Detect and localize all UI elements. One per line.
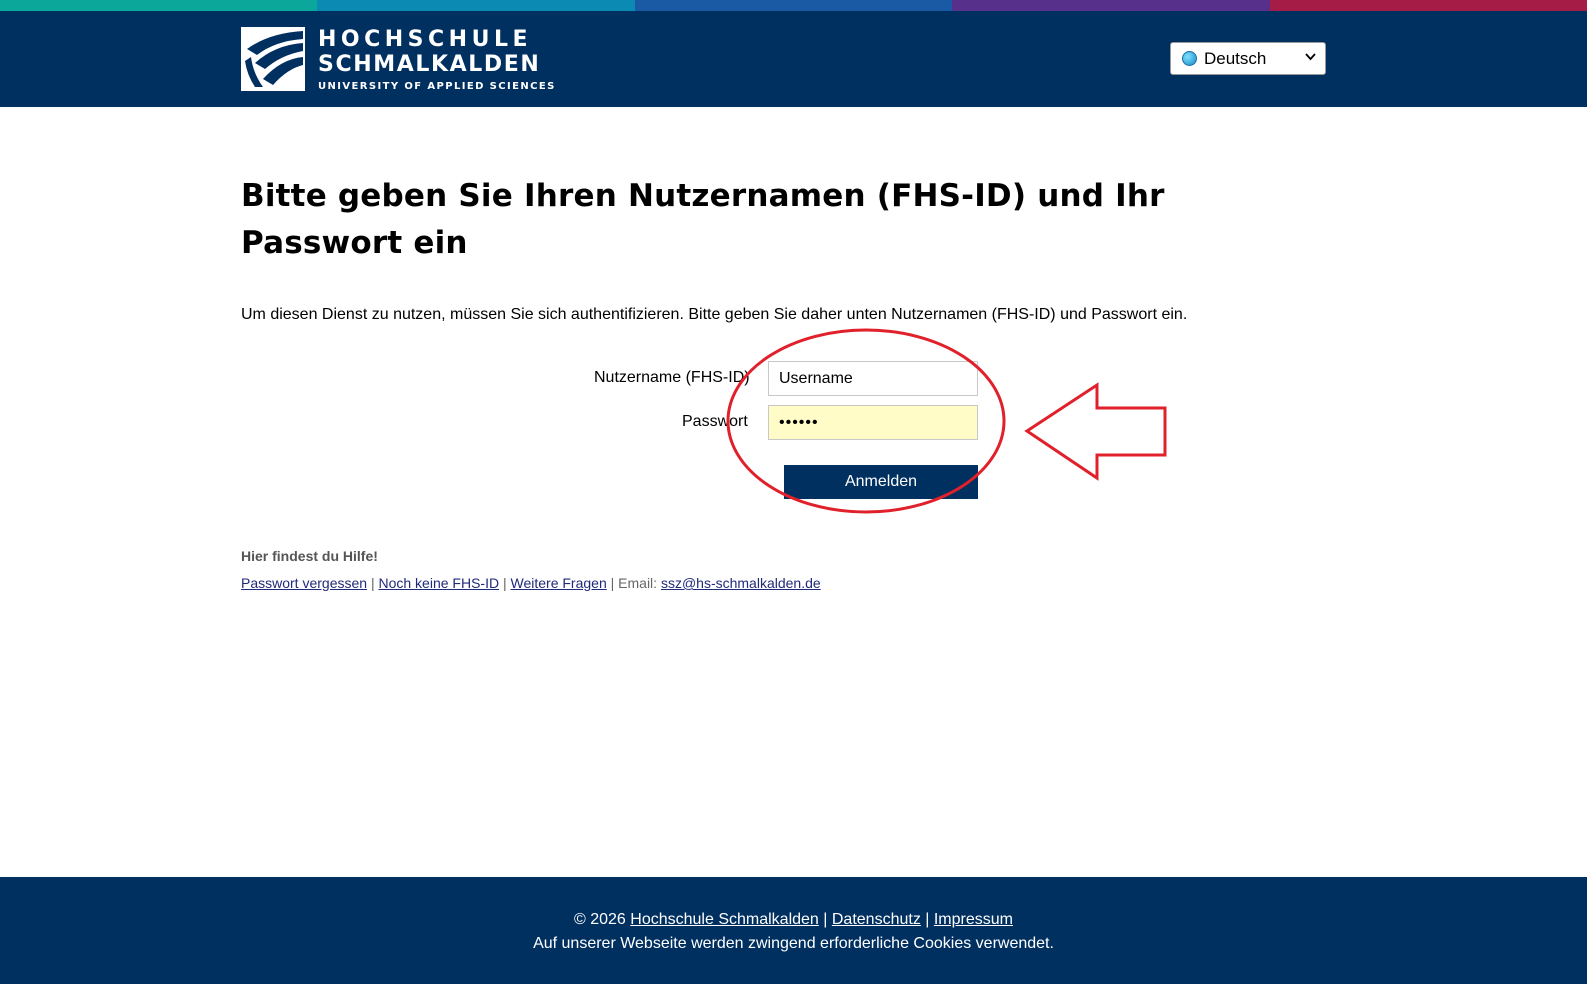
language-selected-value: Deutsch [1204, 48, 1267, 68]
intro-text: Um diesen Dienst zu nutzen, müssen Sie s… [241, 306, 1188, 323]
language-select[interactable]: Deutsch [1170, 42, 1326, 75]
page-title: Bitte geben Sie Ihren Nutzernamen (FHS-I… [241, 178, 1165, 261]
separator: | [367, 575, 379, 591]
username-field[interactable] [768, 361, 978, 396]
separator: | [920, 911, 934, 928]
stripe-segment-1 [0, 0, 318, 11]
password-label: Passwort [682, 413, 748, 430]
chevron-down-icon [1305, 49, 1316, 64]
separator: | [606, 575, 619, 591]
site-footer: © 2026 Hochschule Schmalkalden | Datensc… [0, 877, 1587, 984]
privacy-link[interactable]: Datenschutz [832, 911, 921, 928]
logo-line-2: SCHMALKALDEN [318, 52, 541, 77]
login-button[interactable]: Anmelden [784, 465, 978, 499]
logo-text: HOCHSCHULE SCHMALKALDEN UNIVERSITY OF AP… [318, 27, 556, 92]
help-links: Passwort vergessen | Noch keine FHS-ID |… [241, 575, 821, 591]
more-questions-link[interactable]: Weitere Fragen [511, 575, 607, 591]
help-title: Hier findest du Hilfe! [241, 548, 378, 564]
username-label: Nutzername (FHS-ID) [594, 369, 750, 386]
footer-org-link[interactable]: Hochschule Schmalkalden [630, 911, 819, 928]
imprint-link[interactable]: Impressum [934, 911, 1013, 928]
logo-line-1: HOCHSCHULE [318, 27, 532, 52]
footer-links: © 2026 Hochschule Schmalkalden | Datensc… [0, 911, 1587, 929]
university-logo[interactable]: HOCHSCHULE SCHMALKALDEN UNIVERSITY OF AP… [241, 27, 556, 92]
separator: | [818, 911, 832, 928]
cookie-notice: Auf unserer Webseite werden zwingend erf… [533, 935, 1054, 952]
no-fhs-id-link[interactable]: Noch keine FHS-ID [378, 575, 499, 591]
color-stripe [0, 0, 1587, 11]
separator: | [499, 575, 511, 591]
support-email-link[interactable]: ssz@hs-schmalkalden.de [661, 575, 821, 591]
logo-line-3: UNIVERSITY OF APPLIED SCIENCES [318, 81, 556, 92]
site-header: HOCHSCHULE SCHMALKALDEN UNIVERSITY OF AP… [0, 11, 1587, 107]
stripe-segment-3 [634, 0, 953, 11]
copyright-text: © 2026 [574, 911, 631, 928]
logo-mark-icon [241, 27, 305, 91]
forgot-password-link[interactable]: Passwort vergessen [241, 575, 367, 591]
email-label: Email: [618, 575, 661, 591]
globe-icon [1182, 51, 1197, 66]
annotation-arrow [1024, 382, 1167, 481]
stripe-segment-5 [1269, 0, 1587, 11]
password-field[interactable] [768, 405, 978, 440]
stripe-segment-4 [952, 0, 1270, 11]
stripe-segment-2 [317, 0, 635, 11]
